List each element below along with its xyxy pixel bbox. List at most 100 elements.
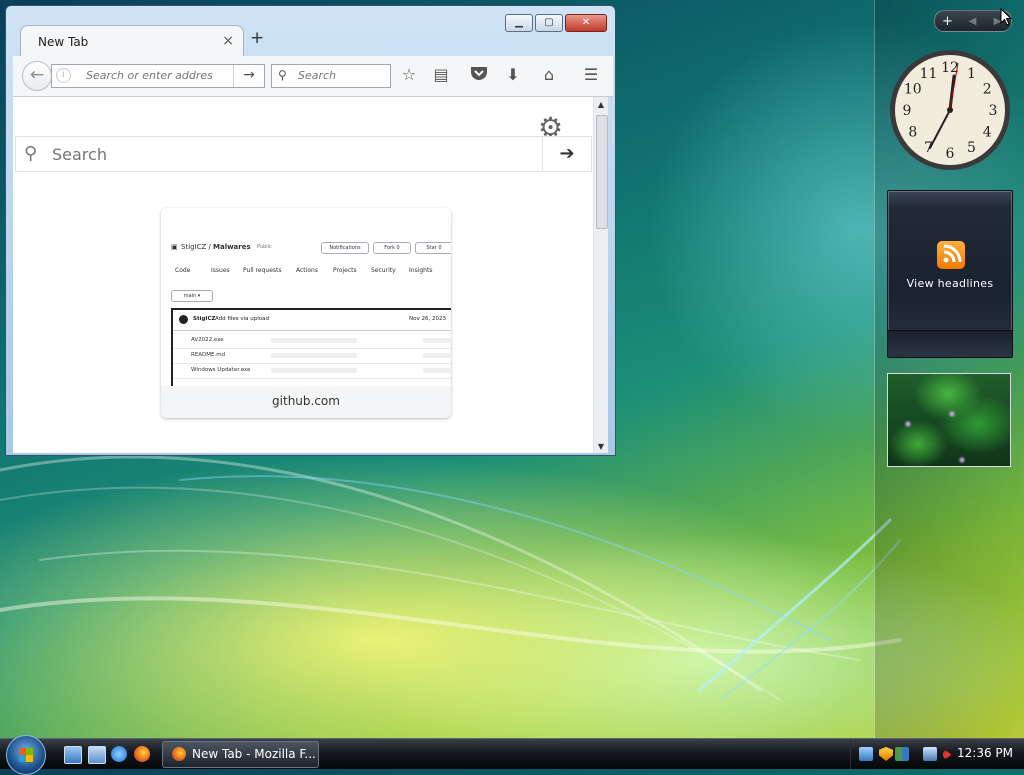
firefox-icon[interactable] xyxy=(134,746,150,762)
clock-numeral: 4 xyxy=(983,125,992,141)
security-shield-icon[interactable] xyxy=(879,747,893,761)
list-item: README.md xyxy=(173,349,451,364)
task-label: New Tab - Mozilla F... xyxy=(192,747,316,761)
branch-select: main ▾ xyxy=(171,290,213,302)
system-tray: 🕪 12:36 PM xyxy=(850,739,1024,769)
clock-gadget[interactable]: 12 1234567891011 xyxy=(888,48,1012,172)
windows-logo-icon xyxy=(19,748,33,762)
add-gadget-button[interactable]: + xyxy=(935,14,960,29)
maximize-button[interactable]: ▢ xyxy=(535,14,563,32)
close-window-button[interactable]: ✕ xyxy=(565,14,607,32)
file-name: README.md xyxy=(191,352,226,358)
mouse-cursor-icon xyxy=(1000,8,1012,26)
downloads-icon[interactable]: ⬇ xyxy=(503,65,523,85)
close-tab-icon[interactable]: × xyxy=(222,33,234,49)
nav-actions: Actions xyxy=(296,267,318,274)
pocket-icon[interactable] xyxy=(469,65,489,85)
top-site-tile[interactable]: ▣ StigICZ / Malwares Public Notification… xyxy=(161,208,451,418)
nav-security: Security xyxy=(371,267,396,274)
file-name: Windows Updater.exe xyxy=(191,367,251,373)
search-icon: ⚲ xyxy=(278,68,287,82)
nav-insights: Insights xyxy=(409,267,433,274)
view-headlines-label[interactable]: View headlines xyxy=(888,277,1012,290)
navigation-toolbar: ← i → ⚲ ☆ ▤ ⬇ ⌂ ☰ xyxy=(13,56,613,97)
clock-numeral: 7 xyxy=(924,140,933,156)
list-item: AV2022.exe xyxy=(173,334,451,349)
tile-site-label: github.com xyxy=(272,394,340,408)
tab-new-tab[interactable]: New Tab × xyxy=(20,25,244,58)
back-button[interactable]: ← xyxy=(22,61,52,91)
home-icon[interactable]: ⌂ xyxy=(539,65,559,85)
network-icon[interactable] xyxy=(923,747,937,761)
search-bar[interactable]: ⚲ xyxy=(271,64,391,88)
switch-windows-icon[interactable] xyxy=(88,746,106,764)
new-tab-page: ⚙ ⚲ ➔ ▣ StigICZ / Malwares Public Notifi… xyxy=(13,97,593,453)
firefox-window: ▁ ▢ ✕ New Tab × + ← i → ⚲ ☆ ▤ ⬇ ⌂ ☰ ⚙ ⚲ xyxy=(5,5,616,456)
clock-numeral: 6 xyxy=(946,146,955,162)
search-input[interactable] xyxy=(296,68,388,83)
bookmarks-list-icon[interactable]: ▤ xyxy=(431,65,451,85)
commit-row: StigICZ Add files via upload Nov 26, 202… xyxy=(173,310,451,331)
commit-user: StigICZ xyxy=(193,316,216,322)
firefox-icon xyxy=(172,747,186,761)
new-tab-button[interactable]: + xyxy=(250,28,264,48)
file-list: StigICZ Add files via upload Nov 26, 202… xyxy=(171,308,451,386)
url-bar[interactable]: i → xyxy=(51,64,265,88)
scroll-down-icon[interactable]: ▼ xyxy=(594,442,608,451)
clock-time[interactable]: 12:36 PM xyxy=(957,746,1013,760)
notifications-button: Notifications xyxy=(321,242,369,254)
windows-update-icon[interactable] xyxy=(895,747,909,761)
feed-headlines-gadget[interactable]: View headlines xyxy=(887,190,1013,358)
start-button[interactable] xyxy=(6,735,46,775)
avatar xyxy=(179,315,188,324)
clock-numeral: 3 xyxy=(989,103,998,119)
nav-code: Code xyxy=(175,267,191,274)
clock-numeral: 9 xyxy=(903,103,912,119)
go-arrow-icon[interactable]: → xyxy=(233,65,264,87)
network-sharing-icon[interactable] xyxy=(859,747,873,761)
show-desktop-icon[interactable] xyxy=(64,746,82,764)
repo-owner: StigICZ / xyxy=(181,243,211,251)
clock-numeral: 1 xyxy=(967,66,976,82)
volume-muted-icon[interactable]: 🕪 xyxy=(943,747,957,761)
commit-message: Add files via upload xyxy=(215,316,270,322)
search-icon: ⚲ xyxy=(24,143,38,164)
prev-gadget-button[interactable]: ◀ xyxy=(960,16,985,27)
search-submit-icon[interactable]: ➔ xyxy=(542,137,591,171)
clock-numeral: 2 xyxy=(983,82,992,98)
nav-pull-requests: Pull requests xyxy=(243,267,282,274)
clock-numeral: 5 xyxy=(967,140,976,156)
nav-issues: Issues xyxy=(211,267,230,274)
slideshow-gadget[interactable] xyxy=(887,373,1011,467)
repo-icon: ▣ xyxy=(171,243,178,251)
clock-numeral: 10 xyxy=(904,82,922,98)
scroll-up-icon[interactable]: ▲ xyxy=(594,100,608,109)
list-item: Windows Updater.exe xyxy=(173,364,451,379)
rss-icon xyxy=(937,241,965,269)
newtab-search-input[interactable] xyxy=(50,144,534,165)
taskbar-firefox-button[interactable]: New Tab - Mozilla F... xyxy=(162,741,319,768)
fork-button: Fork 0 xyxy=(373,242,411,254)
site-info-icon[interactable]: i xyxy=(56,68,71,83)
commit-date: Nov 26, 2023 xyxy=(409,316,446,322)
nav-projects: Projects xyxy=(333,267,357,274)
minimize-button[interactable]: ▁ xyxy=(505,14,533,32)
tab-title: New Tab xyxy=(38,35,89,49)
url-input[interactable] xyxy=(84,68,236,83)
scroll-thumb[interactable] xyxy=(596,115,608,229)
star-button: Star 0 xyxy=(415,242,451,254)
vertical-scrollbar[interactable]: ▲ ▼ xyxy=(593,97,608,453)
repo-name: Malwares xyxy=(213,243,251,251)
newtab-search-box[interactable]: ⚲ ➔ xyxy=(15,136,592,172)
clock-numeral: 11 xyxy=(920,66,938,82)
repo-visibility: Public xyxy=(257,244,272,250)
file-name: AV2022.exe xyxy=(191,337,224,343)
internet-explorer-icon[interactable] xyxy=(111,746,127,762)
feed-footer xyxy=(888,330,1012,357)
site-thumbnail: ▣ StigICZ / Malwares Public Notification… xyxy=(161,208,451,386)
taskbar: New Tab - Mozilla F... 🕪 12:36 PM xyxy=(0,735,1024,775)
window-controls: ▁ ▢ ✕ xyxy=(505,14,607,32)
menu-icon[interactable]: ☰ xyxy=(581,65,601,85)
bookmark-star-icon[interactable]: ☆ xyxy=(399,65,419,85)
clock-numeral: 8 xyxy=(908,125,917,141)
